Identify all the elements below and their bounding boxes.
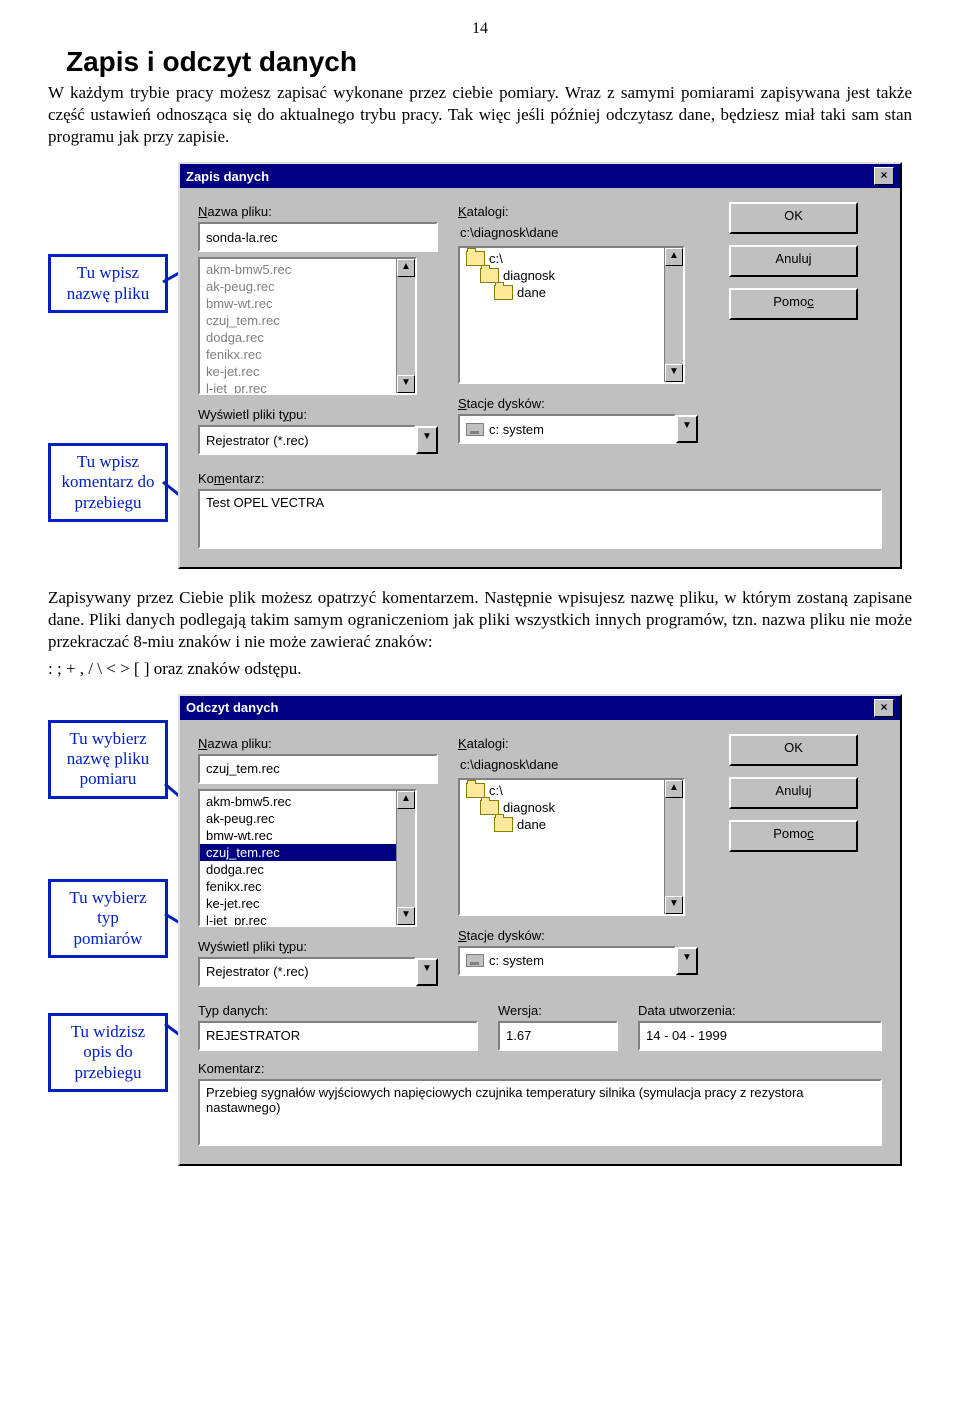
filter-combo[interactable]: Rejestrator (*.rec)▼ <box>198 425 438 455</box>
current-path: c:\diagnosk\dane <box>458 754 698 778</box>
list-item[interactable]: dodga.rec <box>200 329 415 346</box>
cancel-button[interactable]: Anuluj <box>729 245 858 277</box>
callout-select-file: Tu wybierz nazwę pliku pomiaru <box>48 720 168 799</box>
list-item[interactable]: dane <box>464 816 679 833</box>
list-item[interactable]: ke-jet.rec <box>200 363 415 380</box>
dialog-title: Odczyt danych <box>186 700 278 715</box>
disk-icon <box>466 954 484 967</box>
list-item[interactable]: czuj_tem.rec <box>200 312 415 329</box>
filename-input[interactable]: sonda-la.rec <box>198 222 438 252</box>
folder-icon <box>494 817 513 832</box>
list-item[interactable]: ak-peug.rec <box>200 810 415 827</box>
file-list[interactable]: akm-bmw5.rec ak-peug.rec bmw-wt.rec czuj… <box>198 257 417 395</box>
list-item[interactable]: fenikx.rec <box>200 878 415 895</box>
list-item[interactable]: ak-peug.rec <box>200 278 415 295</box>
folder-icon <box>480 800 499 815</box>
label-dirs: Katalogi: <box>458 204 698 219</box>
list-item[interactable]: akm-bmw5.rec <box>200 261 415 278</box>
save-dialog: Zapis danych× Nazwa pliku: sonda-la.rec … <box>178 162 902 569</box>
scroll-down-icon[interactable]: ▼ <box>397 375 415 393</box>
list-item[interactable]: l-jet_pr.rec <box>200 912 415 927</box>
label-filename: Nazwa pliku: <box>198 736 438 751</box>
chevron-down-icon[interactable]: ▼ <box>676 415 698 443</box>
ok-button[interactable]: OK <box>729 734 858 766</box>
label-comment: Komentarz: <box>198 471 882 486</box>
ok-button[interactable]: OK <box>729 202 858 234</box>
current-path: c:\diagnosk\dane <box>458 222 698 246</box>
comment-display: Przebieg sygnałów wyjściowych napięciowy… <box>198 1079 882 1146</box>
scroll-up-icon[interactable]: ▲ <box>397 791 415 809</box>
callout-description: Tu widzisz opis do przebiegu <box>48 1013 168 1092</box>
open-dialog: Odczyt danych × Nazwa pliku: czuj_tem.rec… <box>178 694 902 1166</box>
folder-icon <box>466 783 485 798</box>
drive-combo[interactable]: c: system▼ <box>458 414 698 444</box>
list-item[interactable]: fenikx.rec <box>200 346 415 363</box>
scroll-up-icon[interactable]: ▲ <box>397 259 415 277</box>
cancel-button[interactable]: Anuluj <box>729 777 858 809</box>
list-item[interactable]: dane <box>464 284 679 301</box>
disk-icon <box>466 423 484 436</box>
scroll-down-icon[interactable]: ▼ <box>665 896 683 914</box>
list-item[interactable]: bmw-wt.rec <box>200 295 415 312</box>
list-item[interactable]: akm-bmw5.rec <box>200 793 415 810</box>
drive-combo[interactable]: c: system▼ <box>458 946 698 976</box>
list-item[interactable]: bmw-wt.rec <box>200 827 415 844</box>
folder-icon <box>466 251 485 266</box>
label-drives: Stacje dysków: <box>458 928 698 943</box>
intro-paragraph: W każdym trybie pracy możesz zapisać wyk… <box>48 82 912 148</box>
callout-filename: Tu wpisz nazwę pliku <box>48 254 168 313</box>
chevron-down-icon[interactable]: ▼ <box>416 958 438 986</box>
label-filename: Nazwa pliku: <box>198 204 438 219</box>
help-button[interactable]: Pomoc <box>729 288 858 320</box>
datatype-field: REJESTRATOR <box>198 1021 478 1051</box>
comment-input[interactable]: Test OPEL VECTRA <box>198 489 882 549</box>
date-field: 14 - 04 - 1999 <box>638 1021 882 1051</box>
callout-comment: Tu wpisz komentarz do przebiegu <box>48 443 168 522</box>
list-item[interactable]: l-jet_pr.rec <box>200 380 415 395</box>
chevron-down-icon[interactable]: ▼ <box>416 426 438 454</box>
help-button[interactable]: Pomoc <box>729 820 858 852</box>
dir-list[interactable]: c:\ diagnosk dane ▲▼ <box>458 246 685 384</box>
list-item[interactable]: ke-jet.rec <box>200 895 415 912</box>
close-icon[interactable]: × <box>874 699 894 717</box>
dir-list[interactable]: c:\ diagnosk dane ▲▼ <box>458 778 685 916</box>
list-item[interactable]: c:\ <box>464 250 679 267</box>
label-datatype: Typ danych: <box>198 1003 478 1018</box>
filename-input[interactable]: czuj_tem.rec <box>198 754 438 784</box>
list-item[interactable]: dodga.rec <box>200 861 415 878</box>
body-paragraph: : ; + , / \ < > [ ] oraz znaków odstępu. <box>48 658 912 680</box>
list-item[interactable]: c:\ <box>464 782 679 799</box>
close-icon[interactable]: × <box>874 167 894 185</box>
heading: Zapis i odczyt danych <box>66 46 912 78</box>
filter-combo[interactable]: Rejestrator (*.rec)▼ <box>198 957 438 987</box>
label-drives: Stacje dysków: <box>458 396 698 411</box>
body-paragraph: Zapisywany przez Ciebie plik możesz opat… <box>48 587 912 653</box>
list-item[interactable]: czuj_tem.rec <box>200 844 415 861</box>
scroll-up-icon[interactable]: ▲ <box>665 248 683 266</box>
version-field: 1.67 <box>498 1021 618 1051</box>
label-version: Wersja: <box>498 1003 618 1018</box>
callout-select-type: Tu wybierz typ pomiarów <box>48 879 168 958</box>
label-filter: Wyświetl pliki typu: <box>198 939 438 954</box>
label-filter: Wyświetl pliki typu: <box>198 407 438 422</box>
folder-icon <box>494 285 513 300</box>
folder-icon <box>480 268 499 283</box>
page-number: 14 <box>48 20 912 38</box>
file-list[interactable]: akm-bmw5.rec ak-peug.rec bmw-wt.rec czuj… <box>198 789 417 927</box>
scroll-up-icon[interactable]: ▲ <box>665 780 683 798</box>
label-comment: Komentarz: <box>198 1061 882 1076</box>
scroll-down-icon[interactable]: ▼ <box>397 907 415 925</box>
label-dirs: Katalogi: <box>458 736 698 751</box>
chevron-down-icon[interactable]: ▼ <box>676 947 698 975</box>
dialog-title: Zapis danych <box>186 169 269 184</box>
scroll-down-icon[interactable]: ▼ <box>665 364 683 382</box>
label-date: Data utworzenia: <box>638 1003 882 1018</box>
